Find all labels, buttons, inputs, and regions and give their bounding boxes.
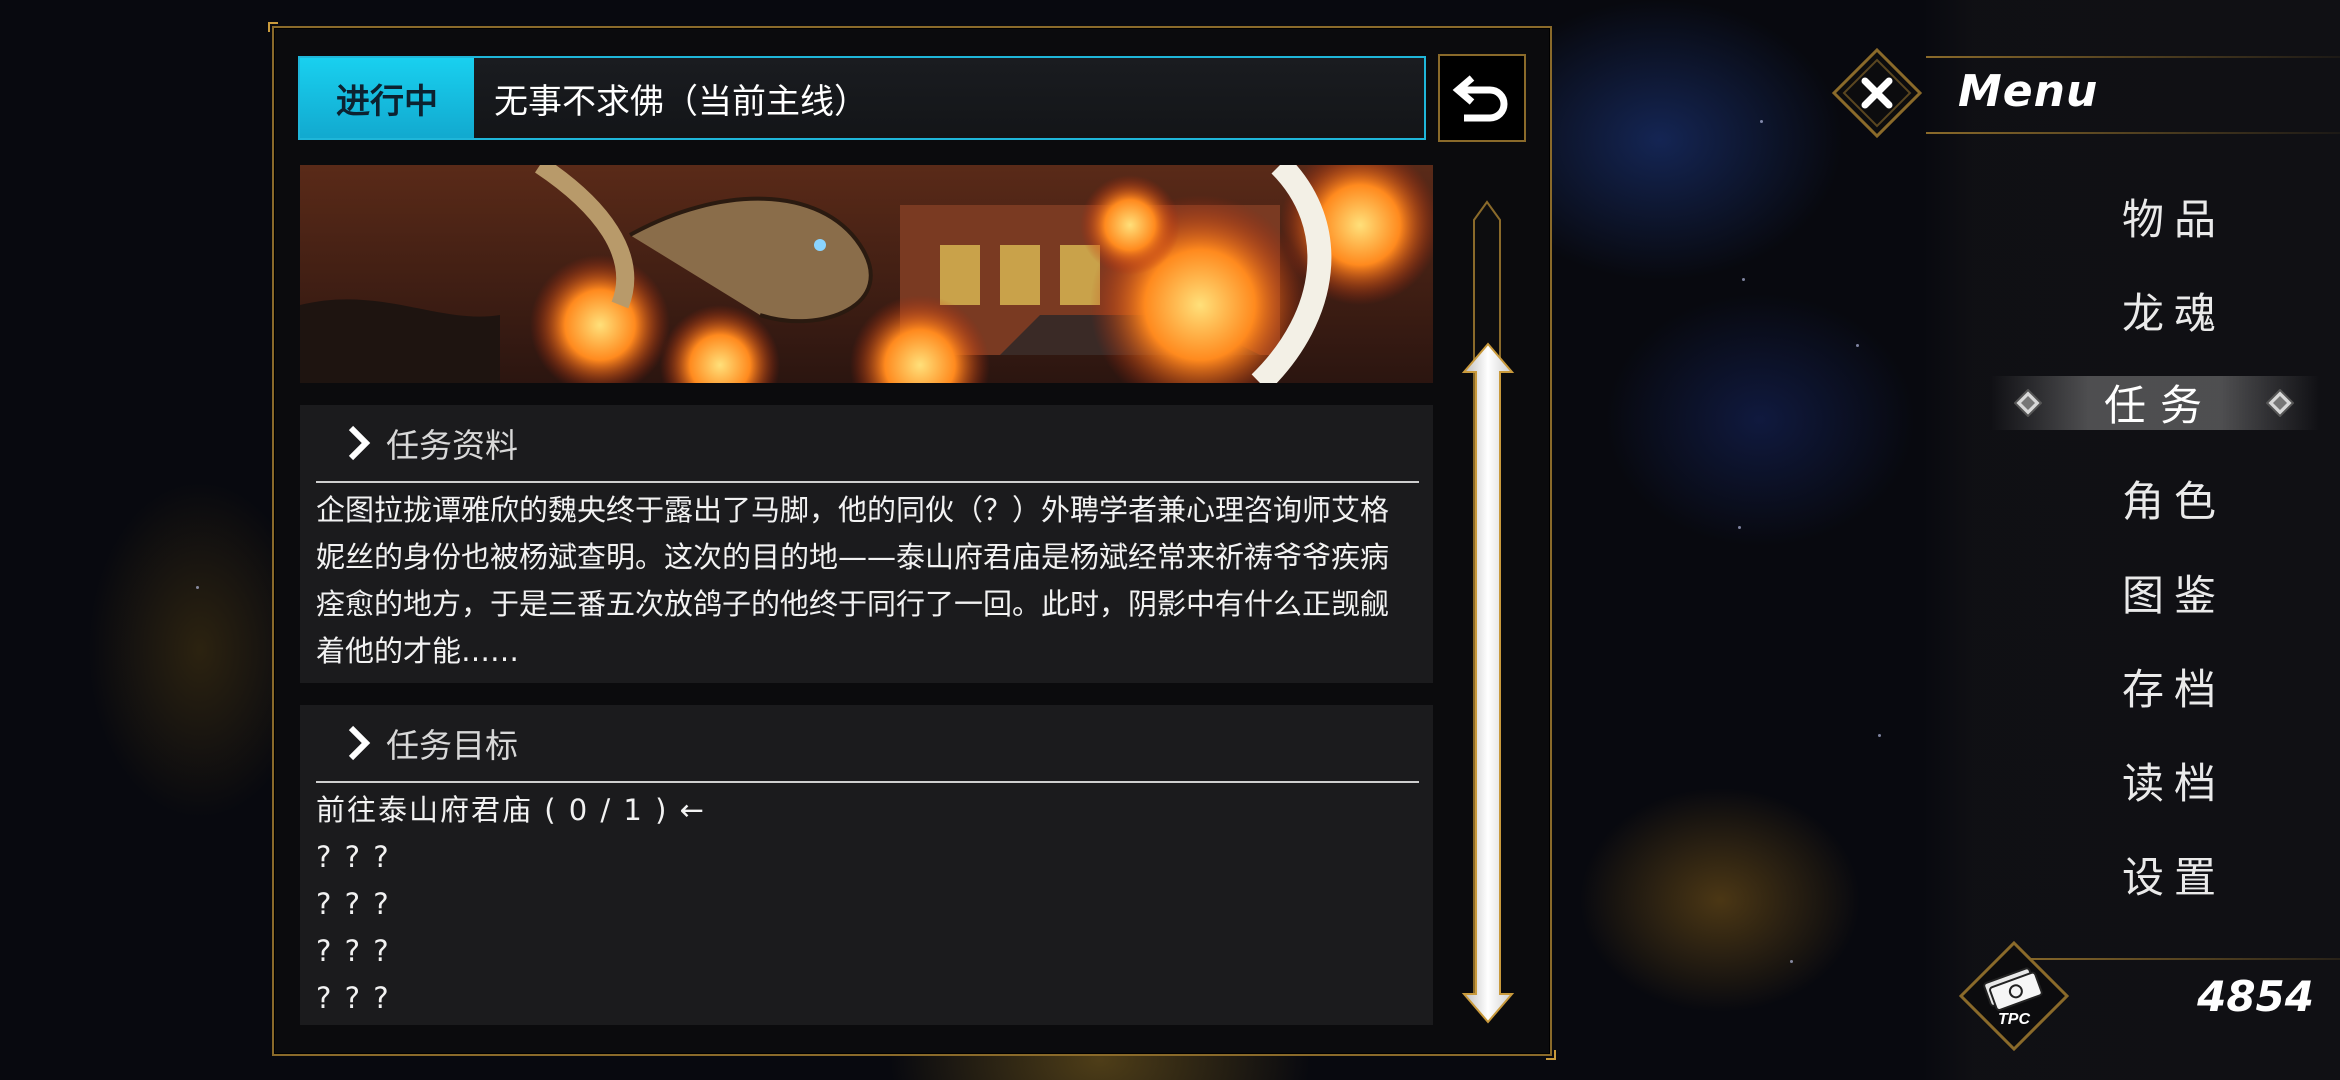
menu-item-characters[interactable]: 角色 — [2122, 468, 2226, 529]
menu-item-save[interactable]: 存档 — [2122, 656, 2226, 717]
goal-item: ? ? ? — [316, 887, 391, 921]
quest-info-header[interactable]: 任务资料 — [300, 405, 1433, 481]
quest-info-section: 任务资料 企图拉拢谭雅欣的魏央终于露出了马脚，他的同伙（？）外聘学者兼心理咨询师… — [300, 405, 1433, 683]
svg-text:TPC: TPC — [1998, 1011, 2030, 1028]
scrollbar-thumb[interactable] — [1460, 342, 1516, 1024]
menu-item-dragon-soul[interactable]: 龙魂 — [2122, 280, 2226, 341]
quest-goals-section: 任务目标 前往泰山府君庙 ( 0 / 1 ) ← ? ? ? ? ? ? ? ?… — [300, 705, 1433, 1025]
menu-item-settings[interactable]: 设置 — [2122, 844, 2226, 905]
menu-title: Menu — [1958, 66, 2099, 117]
menu-item-codex[interactable]: 图鉴 — [2122, 562, 2226, 623]
goal-item: ? ? ? — [316, 840, 391, 874]
divider — [1926, 132, 2340, 134]
divider — [1926, 56, 2340, 58]
game-screen: 进行中 无事不求佛（当前主线） 任务资料 企图拉拢谭雅欣的魏央终于露出了马脚，他… — [0, 0, 2340, 1080]
chevron-right-icon — [348, 725, 371, 761]
chevron-right-icon — [348, 425, 371, 461]
quest-title: 无事不求佛（当前主线） — [494, 81, 868, 122]
quest-goals-header[interactable]: 任务目标 — [300, 705, 1433, 781]
menu-item-quests[interactable]: 任务 — [2104, 372, 2216, 433]
menu-item-items[interactable]: 物品 — [2122, 186, 2226, 247]
quest-info-heading: 任务资料 — [386, 426, 518, 465]
menu-item-load[interactable]: 读档 — [2122, 750, 2226, 811]
diamond-marker-icon — [2014, 389, 2042, 417]
quest-goals-list: 前往泰山府君庙 ( 0 / 1 ) ← ? ? ? ? ? ? ? ? ? ? … — [300, 783, 1433, 1022]
goal-item: ? ? ? — [316, 934, 391, 968]
back-button[interactable] — [1438, 54, 1526, 142]
tpc-currency-icon: TPC — [1958, 940, 2070, 1052]
goal-item: ? ? ? — [316, 981, 391, 1015]
quest-goals-heading: 任务目标 — [386, 726, 518, 765]
quest-status-badge: 进行中 — [300, 58, 474, 138]
goal-item: 前往泰山府君庙 ( 0 / 1 ) ← — [316, 793, 706, 827]
quest-header: 进行中 无事不求佛（当前主线） — [298, 56, 1426, 140]
side-menu — [1922, 0, 2340, 1080]
quest-info-text: 企图拉拢谭雅欣的魏央终于露出了马脚，他的同伙（？）外聘学者兼心理咨询师艾格妮丝的… — [316, 493, 1390, 668]
close-menu-button[interactable] — [1832, 48, 1922, 138]
quest-banner-image — [300, 165, 1433, 383]
diamond-marker-icon — [2266, 389, 2294, 417]
return-icon — [1452, 75, 1508, 122]
currency-amount: 4854 — [2197, 972, 2314, 1021]
